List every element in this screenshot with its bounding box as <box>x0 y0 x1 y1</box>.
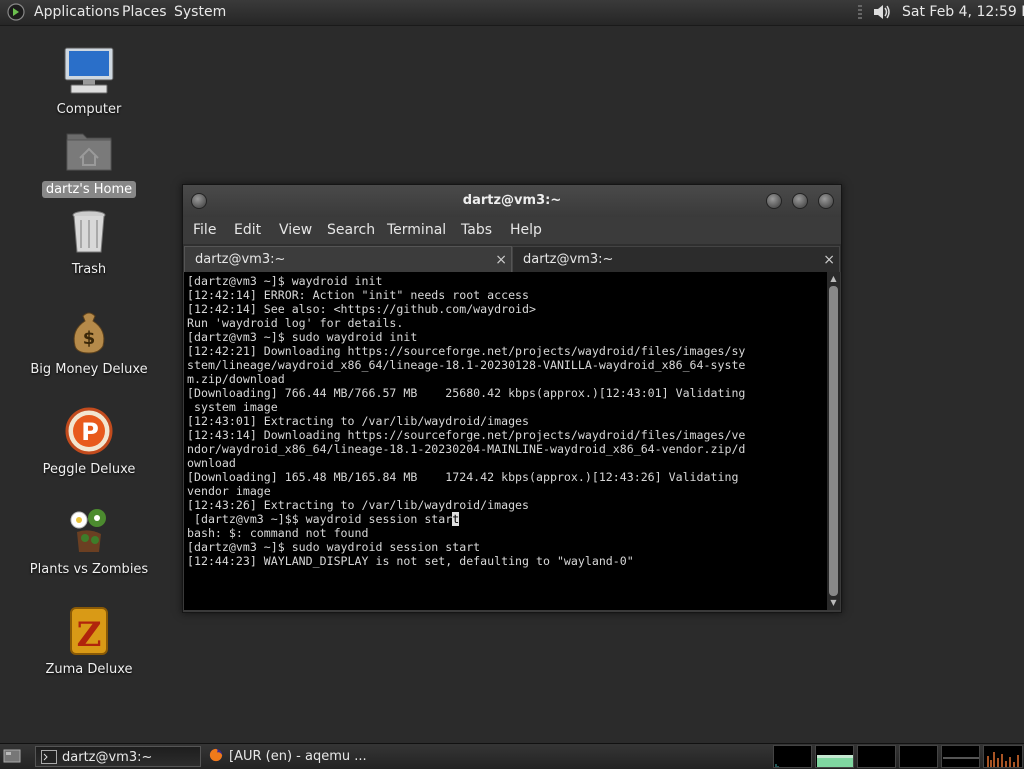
terminal-line: vendor image <box>187 484 271 498</box>
tab-label: dartz@vm3:~ <box>195 252 286 267</box>
terminal-line: [dartz@vm3 ~]$$ waydroid session start <box>187 512 460 526</box>
terminal-output[interactable]: [dartz@vm3 ~]$ waydroid init [12:42:14] … <box>184 272 827 610</box>
menu-view[interactable]: View <box>279 222 312 238</box>
window-menu-button[interactable] <box>191 193 207 209</box>
terminal-line: [12:43:26] Extracting to /var/lib/waydro… <box>187 498 530 512</box>
computer-icon <box>63 46 115 98</box>
terminal-scrollbar[interactable]: ▲ ▼ <box>827 272 840 610</box>
tab-bar: dartz@vm3:~ × dartz@vm3:~ × <box>183 244 841 272</box>
menu-terminal[interactable]: Terminal <box>387 222 446 238</box>
close-button[interactable] <box>818 193 834 209</box>
window-title: dartz@vm3:~ <box>462 193 562 208</box>
menu-file[interactable]: File <box>193 222 216 238</box>
money-bag-icon: $ <box>63 306 115 358</box>
terminal-line: [12:42:14] See also: <https://github.com… <box>187 302 537 316</box>
scroll-thumb[interactable] <box>829 286 838 596</box>
menu-edit[interactable]: Edit <box>234 222 261 238</box>
terminal-line: [12:42:21] Downloading https://sourcefor… <box>187 344 746 358</box>
desktop-icon-computer[interactable]: Computer <box>19 46 159 118</box>
terminal-line: system image <box>187 400 278 414</box>
tab-label: dartz@vm3:~ <box>523 252 614 267</box>
show-desktop-icon[interactable] <box>3 748 21 764</box>
close-tab-icon[interactable]: × <box>495 247 507 273</box>
tab-2[interactable]: dartz@vm3:~ × <box>512 246 840 272</box>
taskbar-item-label: dartz@vm3:~ <box>62 750 153 765</box>
terminal-line: m.zip/download <box>187 372 285 386</box>
desktop-icon-label: Plants vs Zombies <box>29 562 149 577</box>
terminal-menubar: File Edit View Search Terminal Tabs Help <box>183 217 841 244</box>
svg-text:P: P <box>81 418 99 446</box>
window-titlebar[interactable]: dartz@vm3:~ <box>183 185 841 217</box>
close-tab-icon[interactable]: × <box>823 247 835 273</box>
menu-tabs[interactable]: Tabs <box>461 222 492 238</box>
load-monitor-graph[interactable] <box>941 745 980 768</box>
terminal-line: [dartz@vm3 ~]$ sudo waydroid session sta… <box>187 540 481 554</box>
distro-logo-icon[interactable] <box>7 3 25 21</box>
desktop-icon-big-money[interactable]: $ Big Money Deluxe <box>19 306 159 378</box>
tab-1[interactable]: dartz@vm3:~ × <box>184 246 512 272</box>
desktop-icon-zuma[interactable]: Z Zuma Deluxe <box>19 606 159 678</box>
terminal-line: stem/lineage/waydroid_x86_64/lineage-18.… <box>187 358 746 372</box>
volume-icon[interactable] <box>871 2 893 22</box>
terminal-window[interactable]: dartz@vm3:~ File Edit View Search Termin… <box>182 184 842 613</box>
bottom-panel: dartz@vm3:~ [AUR (en) - aqemu ... <box>0 743 1024 769</box>
terminal-line: ownload <box>187 456 236 470</box>
terminal-line: [12:43:14] Downloading https://sourcefor… <box>187 428 746 442</box>
top-panel: Applications Places System Sat Feb 4, 12… <box>0 0 1024 26</box>
home-folder-icon <box>63 126 115 178</box>
zuma-icon: Z <box>63 606 115 658</box>
trash-icon <box>63 206 115 258</box>
clock[interactable]: Sat Feb 4, 12:59 PM <box>902 4 1024 20</box>
terminal-line: [12:43:01] Extracting to /var/lib/waydro… <box>187 414 530 428</box>
disk-monitor-graph[interactable] <box>983 745 1023 768</box>
terminal-line: ndor/waydroid_x86_64/lineage-18.1-202302… <box>187 442 746 456</box>
applications-menu[interactable]: Applications <box>34 4 120 20</box>
terminal-text: [dartz@vm3 ~]$ waydroid init [12:42:14] … <box>184 272 827 568</box>
menu-search[interactable]: Search <box>327 222 375 238</box>
terminal-line: Run 'waydroid log' for details. <box>187 316 404 330</box>
taskbar-item-terminal[interactable]: dartz@vm3:~ <box>35 746 201 767</box>
text-cursor: t <box>452 512 460 526</box>
peggle-icon: P <box>63 406 115 458</box>
svg-text:$: $ <box>83 328 96 349</box>
desktop-icon-peggle[interactable]: P Peggle Deluxe <box>19 406 159 478</box>
desktop-icon-label: Peggle Deluxe <box>42 462 136 477</box>
minimize-button[interactable] <box>766 193 782 209</box>
terminal-line: [12:42:14] ERROR: Action "init" needs ro… <box>187 288 530 302</box>
menu-help[interactable]: Help <box>510 222 542 238</box>
terminal-line: [Downloading] 766.44 MB/766.57 MB 25680.… <box>187 386 746 400</box>
desktop-icon-label: Zuma Deluxe <box>45 662 133 677</box>
network-monitor-graph[interactable] <box>857 745 896 768</box>
taskbar-item-label: [AUR (en) - aqemu ... <box>229 749 367 764</box>
desktop-icon-trash[interactable]: Trash <box>19 206 159 278</box>
taskbar-item-firefox[interactable]: [AUR (en) - aqemu ... <box>203 746 371 767</box>
scroll-down-arrow-icon[interactable]: ▼ <box>829 598 838 608</box>
terminal-icon <box>41 750 57 764</box>
terminal-line: [Downloading] 165.48 MB/165.84 MB 1724.4… <box>187 470 739 484</box>
panel-drag-handle[interactable] <box>858 5 862 20</box>
desktop-icon-label: Trash <box>71 262 107 277</box>
terminal-line: bash: $: command not found <box>187 526 369 540</box>
terminal-line: [dartz@vm3 ~]$ waydroid init <box>187 274 383 288</box>
terminal-line: [12:44:23] WAYLAND_DISPLAY is not set, d… <box>187 554 634 568</box>
svg-text:Z: Z <box>77 615 102 655</box>
desktop-icon-plants-vs-zombies[interactable]: Plants vs Zombies <box>19 506 159 578</box>
cpu-monitor-graph[interactable] <box>773 745 812 768</box>
system-menu[interactable]: System <box>174 4 226 20</box>
terminal-line: [dartz@vm3 ~]$ sudo waydroid init <box>187 330 418 344</box>
maximize-button[interactable] <box>792 193 808 209</box>
places-menu[interactable]: Places <box>122 4 167 20</box>
scroll-up-arrow-icon[interactable]: ▲ <box>829 274 838 284</box>
desktop-icon-label: Computer <box>56 102 122 117</box>
desktop-icon-label: dartz's Home <box>41 181 137 198</box>
desktop-icon-home[interactable]: dartz's Home <box>19 126 159 198</box>
desktop-icon-label: Big Money Deluxe <box>30 362 148 377</box>
plants-icon <box>63 506 115 558</box>
firefox-icon <box>209 748 223 762</box>
memory-monitor-graph[interactable] <box>815 745 854 768</box>
swap-monitor-graph[interactable] <box>899 745 938 768</box>
